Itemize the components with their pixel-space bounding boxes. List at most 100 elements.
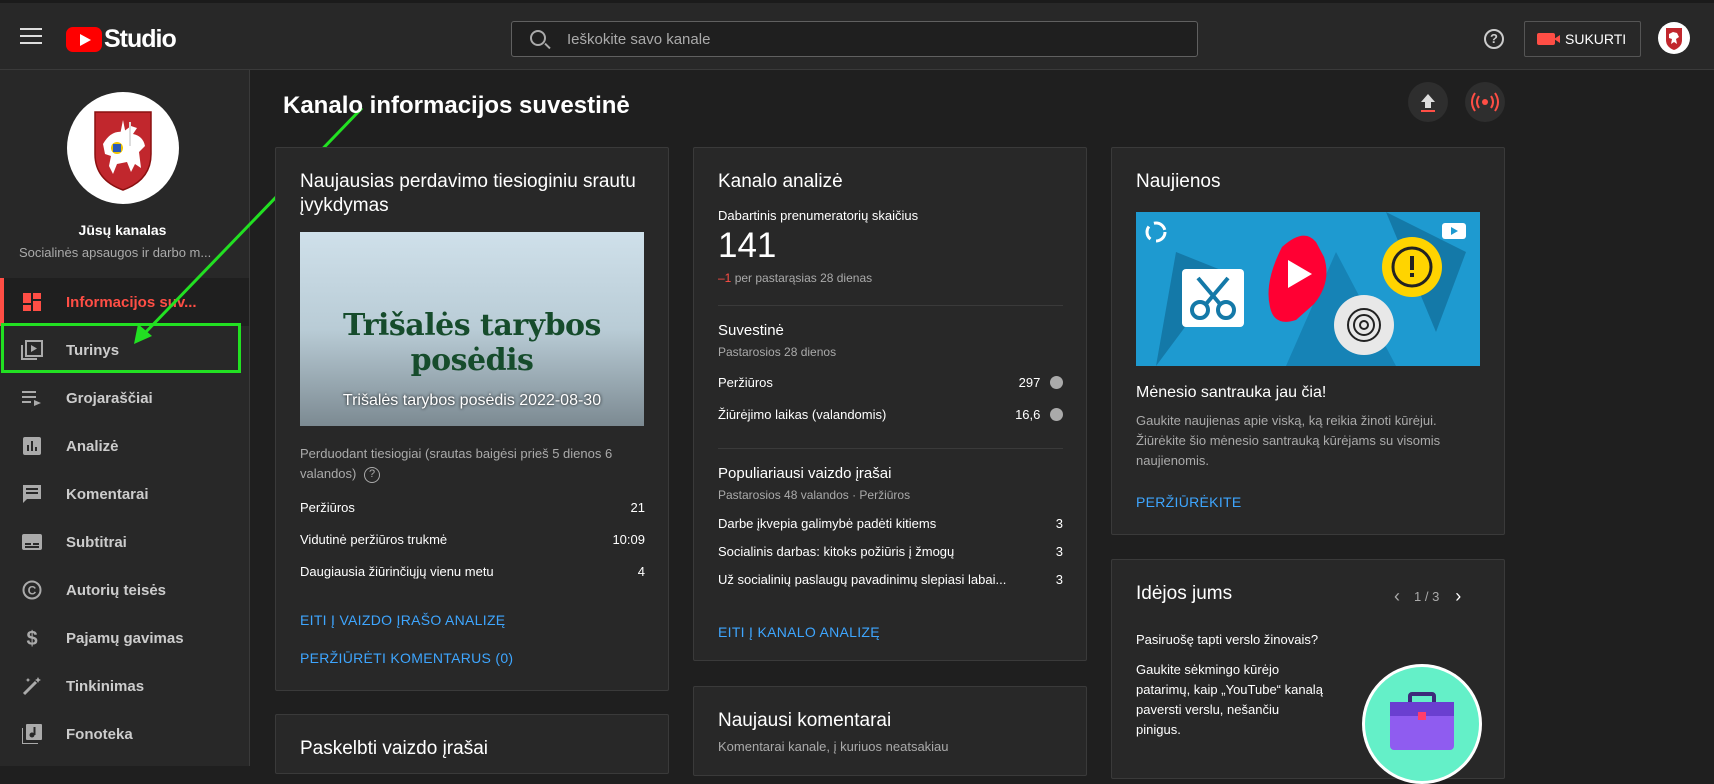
summary-label: Peržiūros — [718, 375, 773, 390]
summary-row: Peržiūros 297 — [718, 375, 1063, 407]
top-videos-subtitle: Pastarosios 48 valandos · Peržiūros — [718, 488, 911, 502]
thumbnail-caption: Trišalės tarybos posėdis 2022-08-30 — [342, 392, 602, 409]
video-views: 3 — [1055, 544, 1063, 559]
top-video-row[interactable]: Socialinis darbas: kitoks požiūris į žmo… — [718, 544, 1063, 572]
channel-title: Jūsų kanalas — [78, 222, 167, 238]
svg-text:$: $ — [26, 628, 37, 648]
upload-button[interactable] — [1408, 82, 1448, 122]
sidebar-item-analytics[interactable]: Analizė — [0, 422, 249, 470]
card-title: Naujausi komentarai — [718, 710, 892, 731]
chevron-right-icon[interactable]: › — [1455, 586, 1461, 607]
stat-row: Vidutinė peržiūros trukmė 10:09 — [300, 532, 645, 564]
video-thumbnail[interactable]: Trišalės tarybos posėdis Trišalės tarybo… — [300, 232, 644, 426]
top-video-row[interactable]: Už socialinių paslaugų pavadinimų slepia… — [718, 572, 1063, 600]
sidebar-item-label: Grojaraščiai — [66, 389, 153, 407]
coat-of-arms-icon — [1666, 28, 1682, 50]
idea-question: Pasiruošę tapti verslo žinovais? — [1136, 632, 1319, 647]
playlist-icon — [20, 386, 44, 410]
audio-library-icon — [20, 722, 44, 746]
subscribers-delta: –1 per pastarąsias 28 dienas — [718, 271, 872, 285]
subscribers-label: Dabartinis prenumeratorių skaičius — [718, 208, 919, 223]
subscribers-count: 141 — [718, 226, 777, 265]
video-views: 3 — [1055, 516, 1063, 531]
stat-value: 4 — [637, 564, 645, 579]
card-title: Paskelbti vaizdo įrašai — [300, 738, 488, 759]
studio-logo[interactable]: Studio — [66, 25, 177, 54]
sidebar-item-audio-library[interactable]: Fonoteka — [0, 710, 249, 758]
logo-text: Studio — [104, 25, 177, 53]
comments-icon — [20, 482, 44, 506]
summary-row: Žiūrėjimo laikas (valandomis) 16,6 — [718, 407, 1063, 439]
sidebar-item-label: Komentarai — [66, 485, 149, 503]
video-views: 3 — [1055, 572, 1063, 587]
card-title: Naujienos — [1136, 171, 1221, 192]
chevron-left-icon[interactable]: ‹ — [1394, 586, 1400, 607]
down-arrow-icon — [1050, 408, 1063, 421]
summary-subtitle: Pastarosios 28 dienos — [718, 345, 837, 359]
annotation-highlight-box — [1, 323, 241, 373]
copyright-icon: C — [20, 578, 44, 602]
latest-comments-card: Naujausi komentarai Komentarai kanale, į… — [693, 686, 1087, 776]
news-card: Naujienos Mėnesio santrauka jau čia! Gau — [1111, 147, 1505, 535]
live-stats-list: Peržiūros 21 Vidutinė peržiūros trukmė 1… — [300, 500, 645, 596]
published-videos-card: Paskelbti vaizdo įrašai — [275, 714, 669, 774]
news-illustration — [1145, 212, 1466, 366]
sidebar-item-dashboard[interactable]: Informacijos suv... — [0, 278, 249, 326]
delta-text: per pastarąsias 28 dienas — [734, 271, 873, 285]
sidebar-item-label: Informacijos suv... — [66, 293, 197, 311]
sidebar-item-label: Pajamų gavimas — [66, 629, 184, 647]
card-title: Kanalo analizė — [718, 171, 843, 192]
top-bar: Studio ? SUKURTI — [0, 0, 1714, 70]
video-title: Socialinis darbas: kitoks požiūris į žmo… — [718, 544, 955, 559]
top-video-row[interactable]: Darbe įkvepia galimybė padėti kitiems 3 — [718, 516, 1063, 544]
channel-analytics-link[interactable]: EITI Į KANALO ANALIZĘ — [718, 624, 880, 640]
idea-illustration — [1362, 664, 1482, 784]
sidebar-item-customization[interactable]: Tinkinimas — [0, 662, 249, 710]
sidebar-item-label: Fonoteka — [66, 725, 133, 743]
search-box[interactable] — [511, 21, 1198, 57]
stat-value: 21 — [630, 500, 645, 515]
svg-text:C: C — [28, 584, 37, 598]
sidebar-item-label: Analizė — [66, 437, 119, 455]
top-videos-title: Populiariausi vaizdo įrašai — [718, 465, 892, 482]
view-comments-link[interactable]: PERŽIŪRĖTI KOMENTARUS (0) — [300, 650, 513, 666]
help-icon[interactable]: ? — [1484, 29, 1504, 49]
summary-label: Žiūrėjimo laikas (valandomis) — [718, 407, 887, 422]
dashboard-icon — [20, 290, 44, 314]
dollar-icon: $ — [20, 626, 44, 650]
live-broadcast-icon — [1471, 92, 1499, 112]
create-button[interactable]: SUKURTI — [1524, 21, 1641, 57]
sidebar-item-playlists[interactable]: Grojaraščiai — [0, 374, 249, 422]
news-image[interactable] — [1136, 212, 1480, 366]
sidebar-item-label: Tinkinimas — [66, 677, 145, 695]
youtube-logo-icon — [66, 27, 102, 52]
stat-label: Daugiausia žiūrinčiųjų vienu metu — [300, 564, 494, 579]
sidebar-item-copyright[interactable]: C Autorių teisės — [0, 566, 249, 614]
summary-value: 297 — [1018, 375, 1041, 390]
go-live-button[interactable] — [1465, 82, 1505, 122]
sidebar-item-comments[interactable]: Komentarai — [0, 470, 249, 518]
ideas-card: Idėjos jums ‹ 1 / 3 › Pasiruošę tapti ve… — [1111, 559, 1505, 784]
sidebar-item-label: Autorių teisės — [66, 581, 167, 599]
stat-row: Peržiūros 21 — [300, 500, 645, 532]
live-status-text: Perduodant tiesiogiai (srautas baigėsi p… — [300, 446, 613, 481]
delta-value: –1 — [718, 271, 732, 285]
sidebar-item-subtitles[interactable]: Subtitrai — [0, 518, 249, 566]
ideas-pager: ‹ 1 / 3 › — [1394, 586, 1461, 607]
search-icon — [530, 30, 546, 46]
sidebar-item-monetization[interactable]: $ Pajamų gavimas — [0, 614, 249, 662]
sidebar: Jūsų kanalas Socialinės apsaugos ir darb… — [0, 70, 250, 766]
help-circle-icon[interactable]: ? — [364, 466, 380, 483]
video-analytics-link[interactable]: EITI Į VAIZDO ĮRAŠO ANALIZĘ — [300, 612, 505, 628]
channel-analytics-card: Kanalo analizė Dabartinis prenumeratorių… — [693, 147, 1087, 661]
summary-value: 16,6 — [1015, 407, 1041, 422]
account-avatar[interactable] — [1658, 22, 1690, 54]
channel-avatar[interactable] — [67, 92, 179, 204]
menu-icon[interactable] — [20, 28, 42, 46]
stat-label: Vidutinė peržiūros trukmė — [300, 532, 448, 547]
news-headline: Mėnesio santrauka jau čia! — [1136, 384, 1327, 401]
news-view-link[interactable]: PERŽIŪRĖKITE — [1136, 494, 1242, 510]
pager-text: 1 / 3 — [1414, 589, 1440, 604]
search-input[interactable] — [567, 22, 1167, 56]
stat-label: Peržiūros — [300, 500, 355, 515]
